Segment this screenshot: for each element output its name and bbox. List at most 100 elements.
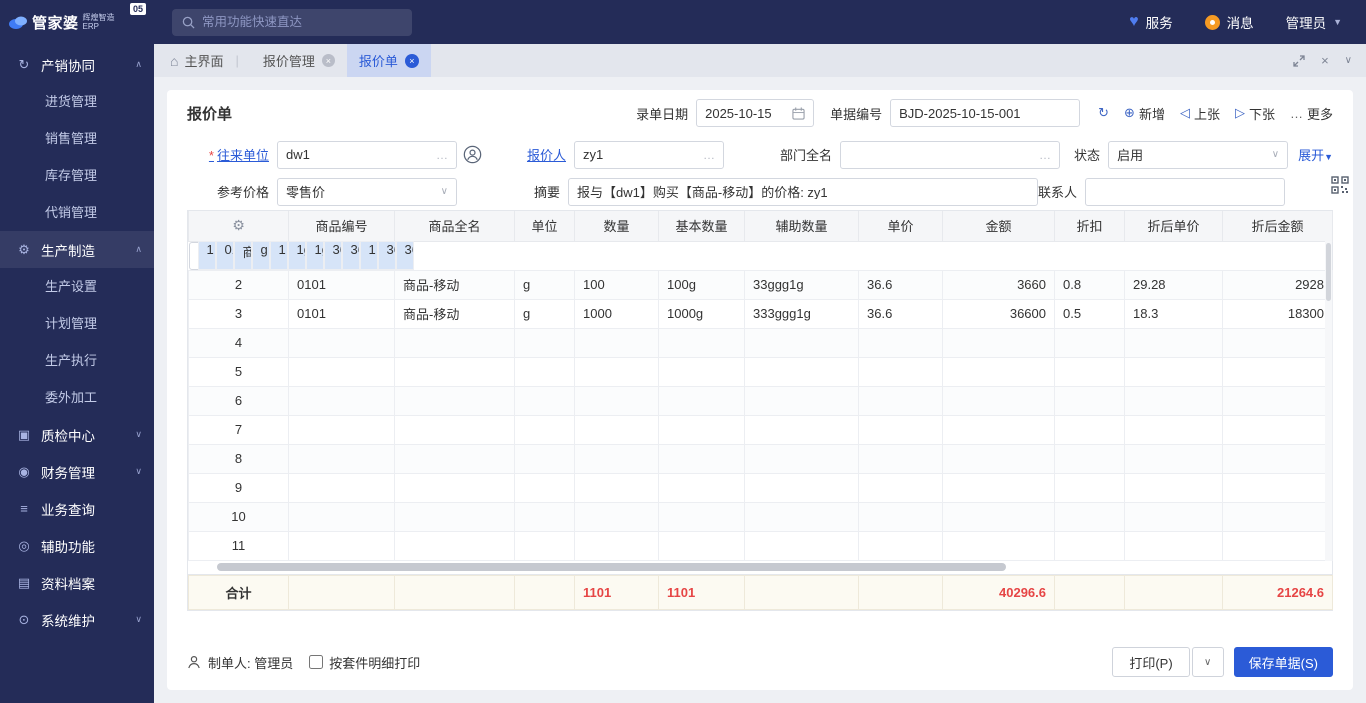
table-cell[interactable]	[659, 415, 745, 444]
qr-code-icon[interactable]	[1331, 176, 1349, 194]
table-cell[interactable]: 7	[189, 415, 289, 444]
table-cell[interactable]: 0.5	[1055, 299, 1125, 328]
table-cell[interactable]	[745, 473, 859, 502]
sidebar-item-1-1[interactable]: 进货管理	[0, 83, 154, 120]
table-cell[interactable]	[1223, 415, 1333, 444]
table-cell[interactable]	[1125, 328, 1223, 357]
table-cell[interactable]	[943, 386, 1055, 415]
sidebar-item-2-2[interactable]: 计划管理	[0, 305, 154, 342]
partner-input[interactable]	[286, 147, 432, 162]
print-button[interactable]: 打印(P)	[1112, 647, 1189, 677]
expand-window-icon[interactable]	[1293, 55, 1305, 67]
table-cell[interactable]: 18300	[1223, 299, 1333, 328]
table-cell[interactable]	[575, 357, 659, 386]
table-cell[interactable]	[289, 531, 395, 560]
table-cell[interactable]	[395, 444, 515, 473]
table-row[interactable]: 11	[189, 531, 1333, 560]
table-cell[interactable]	[289, 386, 395, 415]
table-cell[interactable]: 10	[189, 502, 289, 531]
close-icon[interactable]: ×	[322, 54, 335, 67]
tab-quotation[interactable]: 报价单 ×	[347, 44, 431, 77]
user-menu[interactable]: 管理员 ▼	[1286, 12, 1342, 32]
status-select[interactable]: 启用 ∨	[1108, 141, 1288, 169]
prev-doc-button[interactable]: ◁上张	[1180, 104, 1220, 123]
table-cell[interactable]	[1055, 357, 1125, 386]
table-cell[interactable]	[575, 473, 659, 502]
table-cell[interactable]: 1g	[288, 241, 306, 270]
summary-input[interactable]	[577, 184, 1029, 199]
table-cell[interactable]	[515, 531, 575, 560]
table-cell[interactable]	[1055, 328, 1125, 357]
table-cell[interactable]	[1055, 415, 1125, 444]
table-cell[interactable]: 33ggg1g	[745, 270, 859, 299]
table-cell[interactable]: g	[252, 241, 270, 270]
table-cell[interactable]	[395, 357, 515, 386]
dept-input[interactable]	[849, 147, 1035, 162]
table-cell[interactable]	[1125, 444, 1223, 473]
table-cell[interactable]: 0.8	[1055, 270, 1125, 299]
search-input[interactable]	[202, 15, 402, 29]
table-cell[interactable]: 36.6	[342, 241, 360, 270]
table-cell[interactable]	[859, 444, 943, 473]
table-cell[interactable]	[575, 415, 659, 444]
table-cell[interactable]: 5	[189, 357, 289, 386]
table-cell[interactable]	[1223, 328, 1333, 357]
table-cell[interactable]	[859, 415, 943, 444]
table-cell[interactable]	[659, 444, 745, 473]
table-cell[interactable]	[515, 357, 575, 386]
vertical-scrollbar[interactable]	[1325, 241, 1332, 561]
table-cell[interactable]	[289, 502, 395, 531]
table-cell[interactable]	[395, 386, 515, 415]
table-cell[interactable]: 36.6	[324, 241, 342, 270]
quoter-input[interactable]	[583, 147, 699, 162]
table-cell[interactable]	[289, 473, 395, 502]
sidebar-group-4[interactable]: ◉财务管理∨	[0, 453, 154, 490]
table-cell[interactable]	[1055, 386, 1125, 415]
table-cell[interactable]	[289, 444, 395, 473]
table-cell[interactable]	[515, 328, 575, 357]
table-cell[interactable]	[1055, 531, 1125, 560]
table-cell[interactable]	[943, 415, 1055, 444]
sidebar-group-7[interactable]: ▤资料档案	[0, 564, 154, 601]
table-cell[interactable]	[745, 531, 859, 560]
sidebar-item-2-4[interactable]: 委外加工	[0, 379, 154, 416]
table-cell[interactable]	[745, 357, 859, 386]
table-cell[interactable]: 3	[189, 299, 289, 328]
expand-link[interactable]: 展开▼	[1298, 145, 1333, 164]
table-cell[interactable]	[659, 502, 745, 531]
table-cell[interactable]	[745, 444, 859, 473]
table-cell[interactable]	[859, 531, 943, 560]
table-cell[interactable]	[1223, 502, 1333, 531]
calendar-icon[interactable]	[792, 107, 805, 120]
table-cell[interactable]: 36.6	[859, 299, 943, 328]
tab-home[interactable]: ⌂ 主界面	[170, 51, 223, 70]
table-cell[interactable]	[575, 531, 659, 560]
refresh-button[interactable]: ↻	[1098, 105, 1109, 121]
table-cell[interactable]: 8	[189, 444, 289, 473]
table-cell[interactable]	[1223, 444, 1333, 473]
partner-field[interactable]: …	[277, 141, 457, 169]
table-cell[interactable]	[1125, 386, 1223, 415]
quick-search[interactable]	[172, 9, 412, 36]
table-cell[interactable]	[515, 473, 575, 502]
collapse-icon[interactable]: ∨	[1345, 55, 1352, 66]
table-cell[interactable]: 100g	[659, 270, 745, 299]
table-cell[interactable]	[1125, 502, 1223, 531]
table-cell[interactable]	[1055, 444, 1125, 473]
table-cell[interactable]: 3660	[943, 270, 1055, 299]
next-doc-button[interactable]: ▷下张	[1235, 104, 1275, 123]
table-cell[interactable]	[1223, 386, 1333, 415]
sidebar-item-2-1[interactable]: 生产设置	[0, 268, 154, 305]
table-cell[interactable]: 0101	[216, 241, 234, 270]
table-cell[interactable]	[859, 386, 943, 415]
table-cell[interactable]	[1223, 531, 1333, 560]
sidebar-item-1-3[interactable]: 库存管理	[0, 157, 154, 194]
sidebar-item-2-3[interactable]: 生产执行	[0, 342, 154, 379]
table-cell[interactable]	[659, 357, 745, 386]
table-cell[interactable]	[515, 444, 575, 473]
table-row[interactable]: 30101商品-移动g10001000g333ggg1g36.6366000.5…	[189, 299, 1333, 328]
table-cell[interactable]	[289, 357, 395, 386]
table-cell[interactable]: 0101	[289, 270, 395, 299]
table-cell[interactable]: g	[515, 270, 575, 299]
table-row[interactable]: 8	[189, 444, 1333, 473]
